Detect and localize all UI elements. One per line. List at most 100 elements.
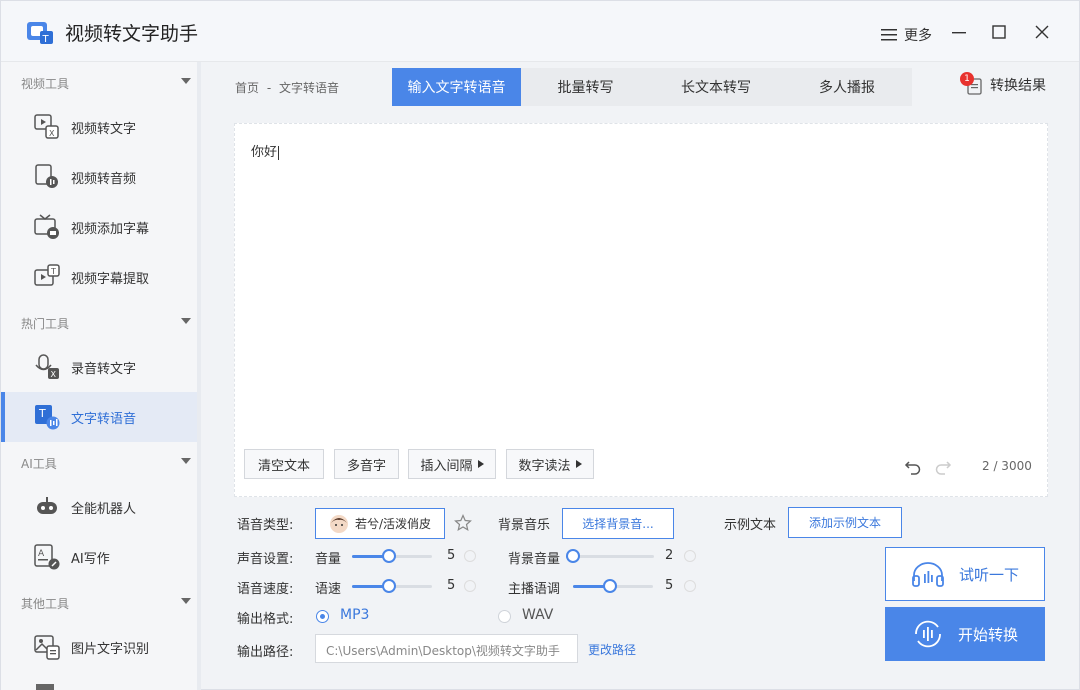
play-arrow-icon — [477, 460, 484, 468]
reset-icon[interactable] — [684, 580, 696, 592]
microphone-icon: X — [35, 354, 59, 379]
start-convert-button[interactable]: 开始转换 — [885, 607, 1045, 661]
sidebar-item-extract-subtitles[interactable]: T 视频字幕提取 — [1, 252, 197, 302]
section-video-tools[interactable]: 视频工具 — [1, 62, 197, 102]
chevron-down-icon — [181, 318, 191, 324]
sidebar-scrollbar[interactable] — [197, 62, 201, 690]
ai-writing-icon: A — [34, 544, 60, 570]
sidebar-item-add-subtitles[interactable]: 视频添加字幕 — [1, 202, 197, 252]
output-path-field[interactable]: C:\Users\Admin\Desktop\视频转文字助手 — [315, 634, 578, 663]
clear-text-button[interactable]: 清空文本 — [244, 449, 324, 479]
slider-knob[interactable] — [566, 549, 580, 563]
voice-type-label: 语音类型: — [237, 518, 294, 533]
path-label: 输出路径: — [237, 645, 294, 660]
video-to-text-icon: X — [34, 114, 59, 139]
reset-icon[interactable] — [464, 550, 476, 562]
reset-icon[interactable] — [684, 550, 696, 562]
section-hot-tools[interactable]: 热门工具 — [1, 302, 197, 342]
sidebar-item-image-ocr[interactable]: 图片文字识别 — [1, 622, 197, 672]
sidebar-item-robot[interactable]: 全能机器人 — [1, 482, 197, 532]
number-reading-label: 数字读法 — [518, 458, 571, 474]
more-menu-button[interactable]: 更多 — [881, 25, 932, 45]
sidebar-item-recording-to-text[interactable]: X 录音转文字 — [1, 342, 197, 392]
sidebar-item-label: 视频转文字 — [71, 122, 137, 137]
section-ai-tools[interactable]: AI工具 — [1, 442, 197, 482]
result-label: 转换结果 — [990, 78, 1046, 94]
voice-value: 若兮/活泼俏皮 — [354, 517, 432, 531]
svg-text:T: T — [38, 407, 46, 420]
text-caret — [278, 145, 280, 160]
section-title: 视频工具 — [21, 77, 70, 91]
app-window: T 视频转文字助手 更多 视频工具 X 视频转文字 视频转音频 视频添加字幕 T — [0, 0, 1080, 690]
breadcrumb-separator: - — [266, 81, 272, 95]
add-example-button[interactable]: 添加示例文本 — [788, 507, 902, 538]
sidebar-item-label: 录音转文字 — [71, 362, 137, 377]
text-editor[interactable]: 你好 — [234, 123, 1048, 497]
tv-subtitle-icon — [34, 214, 59, 239]
sidebar-item-video-to-text[interactable]: X 视频转文字 — [1, 102, 197, 152]
sidebar: 视频工具 X 视频转文字 视频转音频 视频添加字幕 T 视频字幕提取 热门工具 … — [1, 62, 201, 690]
headphones-icon — [912, 562, 944, 587]
convert-wave-icon — [915, 620, 941, 648]
change-path-link[interactable]: 更改路径 — [588, 641, 636, 658]
star-icon[interactable] — [454, 514, 472, 532]
tab-multi-speaker[interactable]: 多人播报 — [782, 68, 912, 106]
sidebar-item-ai-writing[interactable]: A AI写作 — [1, 532, 197, 582]
close-icon[interactable] — [1032, 22, 1052, 42]
reset-icon[interactable] — [464, 580, 476, 592]
play-arrow-icon — [575, 460, 582, 468]
slider-knob[interactable] — [382, 579, 396, 593]
video-to-audio-icon — [35, 164, 58, 188]
voice-select-button[interactable]: 若兮/活泼俏皮 — [315, 508, 445, 539]
slider-knob[interactable] — [603, 579, 617, 593]
redo-icon[interactable] — [934, 457, 952, 475]
editor-content[interactable]: 你好 — [251, 141, 280, 160]
conversion-result-button[interactable]: 1 转换结果 — [960, 72, 1046, 95]
title-bar: T 视频转文字助手 更多 — [1, 1, 1079, 62]
format-mp3-label[interactable]: MP3 — [340, 607, 369, 623]
tab-bar: 输入文字转语音 批量转写 长文本转写 多人播报 — [392, 68, 912, 106]
format-wav-label[interactable]: WAV — [522, 607, 553, 623]
sidebar-item-label: AI写作 — [71, 552, 110, 567]
polyphone-button[interactable]: 多音字 — [334, 449, 399, 479]
section-title: 热门工具 — [21, 317, 70, 331]
speed-slider[interactable] — [352, 579, 432, 593]
chevron-down-icon — [181, 458, 191, 464]
pitch-slider[interactable] — [573, 579, 653, 593]
volume-slider[interactable] — [352, 549, 432, 563]
sidebar-item-video-to-audio[interactable]: 视频转音频 — [1, 152, 197, 202]
format-mp3-radio[interactable] — [316, 610, 329, 623]
volume-value: 5 — [447, 548, 456, 563]
svg-text:T: T — [42, 34, 50, 45]
breadcrumb-current: 文字转语音 — [279, 81, 340, 95]
tab-text-to-speech[interactable]: 输入文字转语音 — [392, 68, 521, 106]
undo-icon[interactable] — [904, 457, 922, 475]
slider-knob[interactable] — [382, 549, 396, 563]
bg-volume-slider[interactable] — [566, 549, 654, 563]
tab-long-text[interactable]: 长文本转写 — [650, 68, 782, 106]
breadcrumb-home[interactable]: 首页 — [235, 81, 259, 95]
svg-text:A: A — [38, 549, 45, 559]
sidebar-item-label: 全能机器人 — [71, 502, 137, 517]
preview-button[interactable]: 试听一下 — [885, 547, 1045, 601]
maximize-icon[interactable] — [989, 22, 1009, 42]
format-wav-radio[interactable] — [498, 610, 511, 623]
section-title: AI工具 — [21, 457, 57, 471]
sidebar-item-label: 文字转语音 — [71, 412, 137, 427]
minimize-icon[interactable] — [949, 22, 969, 42]
insert-pause-button[interactable]: 插入间隔 — [408, 449, 496, 479]
number-reading-button[interactable]: 数字读法 — [506, 449, 594, 479]
svg-text:T: T — [50, 267, 56, 276]
app-title: 视频转文字助手 — [65, 23, 199, 45]
svg-text:X: X — [49, 129, 55, 138]
tab-batch[interactable]: 批量转写 — [521, 68, 650, 106]
select-bgm-button[interactable]: 选择背景音... — [562, 508, 674, 539]
polyphone-label: 多音字 — [346, 458, 386, 474]
sidebar-item-label: 视频转音频 — [71, 172, 137, 187]
sidebar-item-text-to-speech[interactable]: T 文字转语音 — [1, 392, 197, 442]
result-icon-wrap: 1 — [960, 72, 984, 95]
avatar — [329, 514, 348, 533]
more-label: 更多 — [904, 28, 932, 44]
section-other-tools[interactable]: 其他工具 — [1, 582, 197, 622]
preview-label: 试听一下 — [958, 565, 1019, 584]
